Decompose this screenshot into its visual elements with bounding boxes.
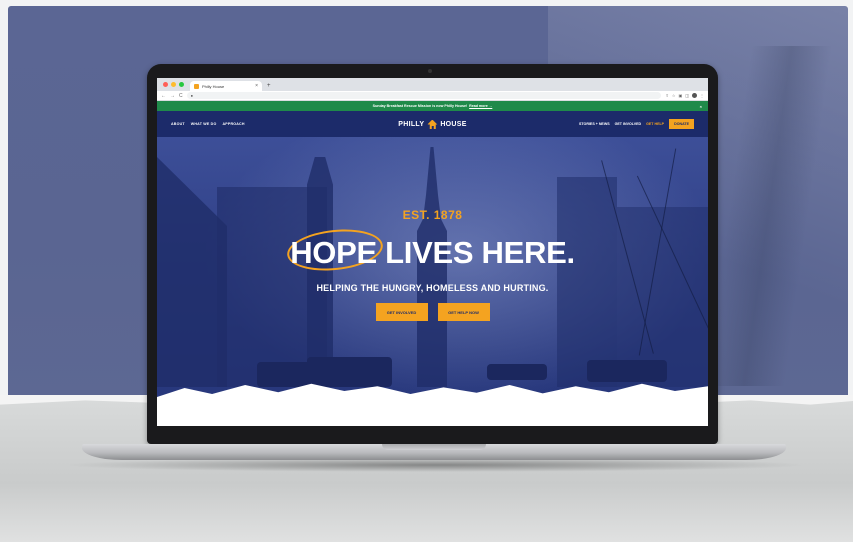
house-icon: [427, 119, 438, 129]
laptop-base: [82, 444, 786, 460]
tab-title: Philly House: [202, 83, 225, 89]
hero-section: EST. 1878 HOPE LIVES HERE. HELPING THE H…: [157, 137, 708, 426]
favicon-icon: [194, 83, 199, 89]
car: [307, 357, 392, 387]
browser-tab-bar: Philly House × +: [157, 78, 708, 91]
nav-approach[interactable]: APPROACH: [222, 122, 244, 126]
nav-what-we-do[interactable]: WHAT WE DO: [191, 122, 217, 126]
laptop-shadow: [60, 458, 810, 472]
est-year: EST. 1878: [402, 208, 463, 222]
bookmark-icon[interactable]: ☆: [672, 93, 676, 98]
logo-text-house: HOUSE: [440, 120, 467, 128]
window-controls: [157, 82, 190, 91]
site-header: ABOUT WHAT WE DO APPROACH PHILLY HOUSE S…: [157, 111, 708, 137]
address-bar[interactable]: ●: [186, 92, 662, 99]
nav-stories-news[interactable]: STORIES + NEWS: [579, 122, 610, 126]
maximize-window-icon[interactable]: [179, 82, 184, 87]
nav-about[interactable]: ABOUT: [171, 122, 185, 126]
hero-buttons: GET INVOLVED GET HELP NOW: [157, 303, 708, 321]
nav-get-involved[interactable]: GET INVOLVED: [615, 122, 642, 126]
browser-tab[interactable]: Philly House ×: [190, 81, 262, 91]
hero-headline: HOPE LIVES HERE.: [290, 235, 575, 270]
laptop-lid: Philly House × + ← → C ● ⇪ ☆ ▣ ◫ ⋮ Sunda…: [147, 64, 718, 444]
announcement-close-icon[interactable]: ×: [700, 104, 702, 109]
secondary-nav: STORIES + NEWS GET INVOLVED GET HELP DON…: [579, 119, 694, 129]
hero-subheadline: HELPING THE HUNGRY, HOMELESS AND HURTING…: [316, 283, 549, 293]
profile-avatar[interactable]: [692, 93, 697, 98]
nav-get-help[interactable]: GET HELP: [646, 122, 664, 126]
tab-close-icon[interactable]: ×: [255, 83, 258, 89]
announcement-text: Sunday Breakfast Rescue Mission is now P…: [372, 104, 468, 108]
reload-button[interactable]: C: [179, 93, 183, 99]
donate-button[interactable]: DONATE: [669, 119, 694, 129]
announcement-bar: Sunday Breakfast Rescue Mission is now P…: [157, 101, 708, 111]
primary-nav: ABOUT WHAT WE DO APPROACH: [171, 122, 245, 126]
car: [587, 360, 667, 382]
street-cars: [157, 352, 708, 392]
lock-icon: ●: [190, 93, 194, 98]
site-logo[interactable]: PHILLY HOUSE: [398, 119, 467, 129]
laptop-screen: Philly House × + ← → C ● ⇪ ☆ ▣ ◫ ⋮ Sunda…: [157, 78, 708, 426]
puzzle-icon[interactable]: ▣: [678, 93, 682, 98]
get-help-now-button[interactable]: GET HELP NOW: [437, 303, 490, 321]
back-button[interactable]: ←: [161, 93, 166, 99]
new-tab-button[interactable]: +: [262, 83, 276, 91]
minimize-window-icon[interactable]: [171, 82, 176, 87]
forward-button[interactable]: →: [170, 93, 175, 99]
menu-kebab-icon[interactable]: ⋮: [700, 93, 704, 98]
sidebar-icon[interactable]: ◫: [685, 93, 689, 98]
browser-toolbar: ← → C ● ⇪ ☆ ▣ ◫ ⋮: [157, 91, 708, 101]
car: [487, 364, 547, 380]
close-window-icon[interactable]: [163, 82, 168, 87]
camera-icon: [428, 69, 432, 73]
extensions-area: ⇪ ☆ ▣ ◫ ⋮: [665, 93, 704, 98]
laptop-notch: [382, 444, 486, 450]
mockup-scene: Philly House × + ← → C ● ⇪ ☆ ▣ ◫ ⋮ Sunda…: [0, 0, 853, 542]
read-more-link[interactable]: Read more →: [469, 104, 492, 108]
logo-text-philly: PHILLY: [398, 120, 425, 128]
get-involved-button[interactable]: GET INVOLVED: [375, 303, 428, 321]
share-icon[interactable]: ⇪: [665, 93, 668, 98]
